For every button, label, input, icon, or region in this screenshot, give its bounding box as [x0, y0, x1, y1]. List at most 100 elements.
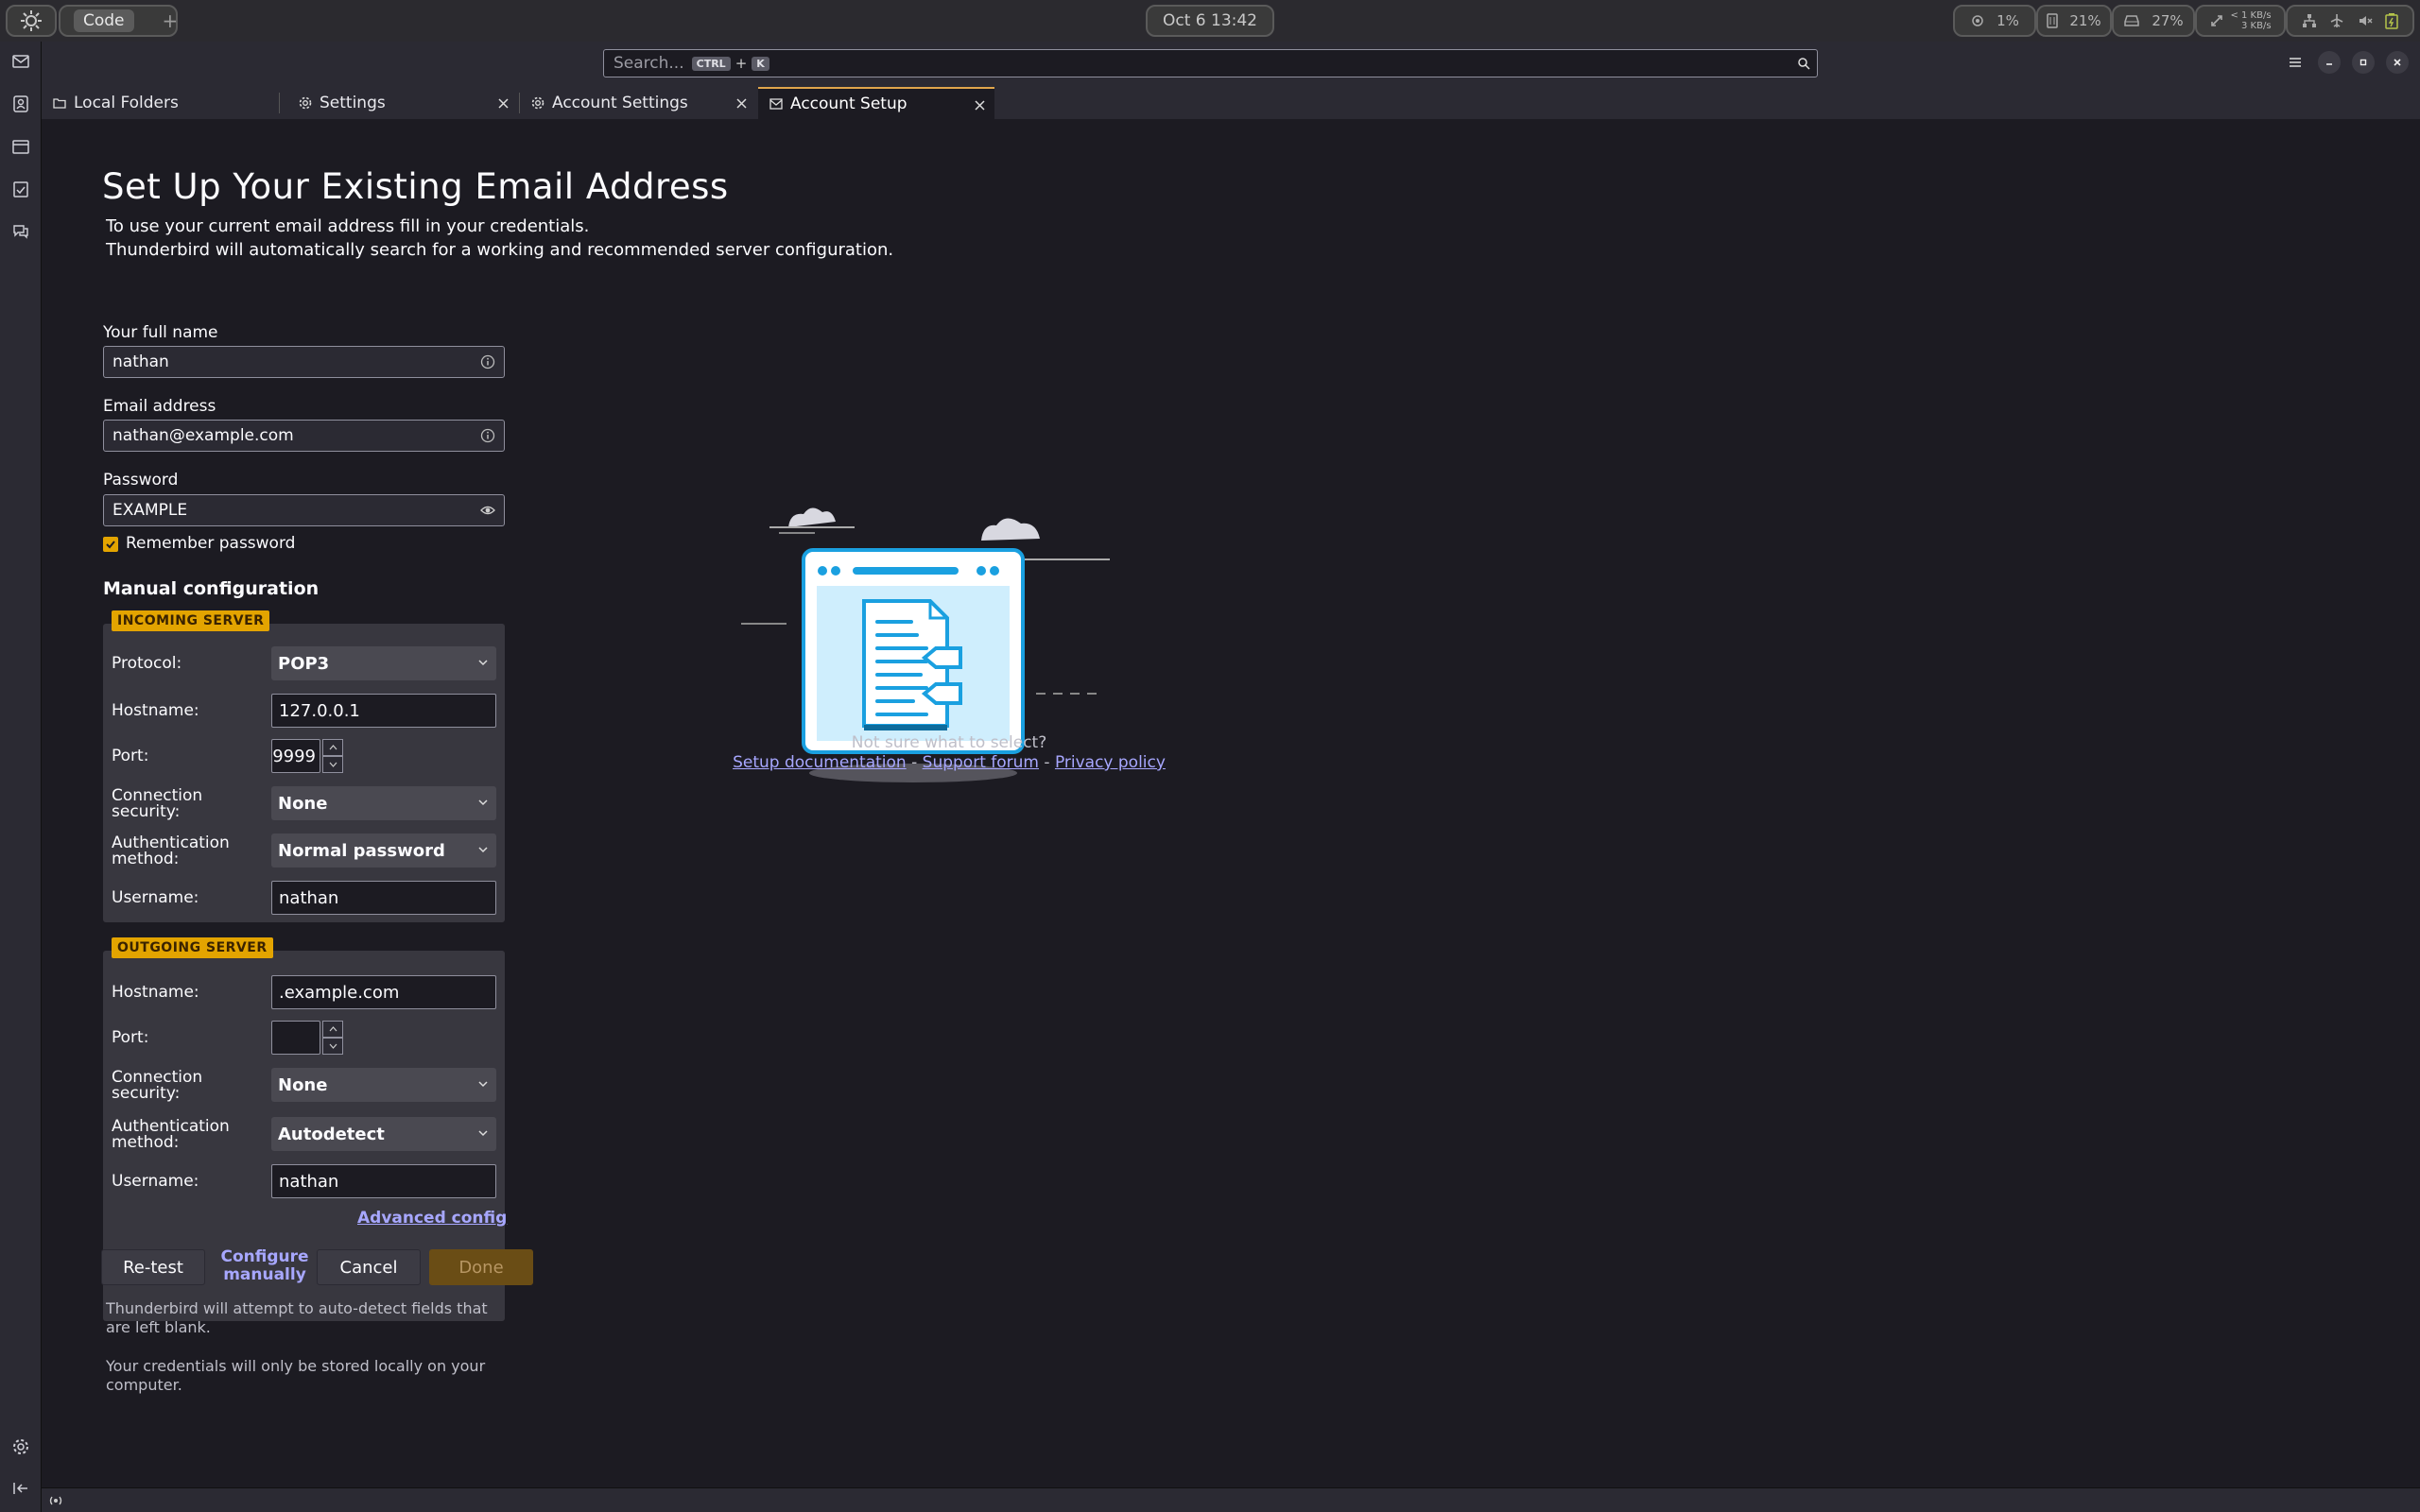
remember-password-label[interactable]: Remember password: [126, 534, 295, 553]
search-input[interactable]: Search... CTRL + K: [603, 49, 1818, 77]
document-icon: [862, 599, 962, 730]
outgoing-username-input[interactable]: nathan: [271, 1164, 496, 1198]
app-launcher-button[interactable]: [6, 5, 57, 37]
mail-space-button[interactable]: [10, 51, 31, 72]
tab-account-setup[interactable]: Account Setup: [758, 87, 994, 119]
full-name-field[interactable]: nathan: [103, 346, 505, 378]
link-separator: -: [911, 753, 918, 772]
chevron-down-icon: [478, 1130, 488, 1137]
incoming-hostname-input[interactable]: 127.0.0.1: [271, 694, 496, 728]
close-tab-button[interactable]: [736, 94, 747, 112]
incoming-auth-label: Authentication method:: [112, 835, 230, 868]
cloud-left-icon: [769, 507, 855, 534]
chevron-down-icon: [478, 660, 488, 666]
advanced-config-link[interactable]: Advanced config: [357, 1209, 507, 1228]
close-window-button[interactable]: [2386, 51, 2409, 74]
chevron-down-icon: [329, 762, 337, 767]
incoming-security-label-line2: security:: [112, 802, 181, 821]
retest-button[interactable]: Re-test: [101, 1249, 205, 1285]
network-speed-indicator[interactable]: < 1 KB/s 3 KB/s: [2195, 5, 2286, 37]
tab-account-settings[interactable]: Account Settings: [520, 87, 756, 119]
settings-button[interactable]: [10, 1436, 31, 1457]
autodetect-note: Thunderbird will attempt to auto-detect …: [106, 1299, 488, 1336]
outgoing-connection-security-select[interactable]: None: [271, 1068, 496, 1102]
outgoing-port-input[interactable]: [271, 1021, 320, 1055]
airplane-mode-icon[interactable]: [2329, 13, 2344, 28]
close-tab-button[interactable]: [975, 96, 985, 114]
disk-value: 27%: [2152, 12, 2184, 29]
tasks-button[interactable]: [10, 179, 31, 199]
volume-muted-icon[interactable]: [2358, 13, 2373, 28]
gear-icon: [13, 1439, 28, 1454]
info-icon[interactable]: [480, 428, 495, 443]
add-workspace-button[interactable]: +: [163, 9, 179, 32]
setup-documentation-link[interactable]: Setup documentation: [733, 753, 907, 772]
info-icon[interactable]: [480, 354, 495, 369]
search-icon: [1798, 58, 1810, 70]
page-title: Set Up Your Existing Email Address: [102, 166, 729, 207]
outgoing-port-stepper: [322, 1021, 343, 1055]
show-password-eye-icon[interactable]: [480, 503, 495, 518]
port-increment-button[interactable]: [322, 1021, 343, 1038]
incoming-port-input[interactable]: 9999: [271, 739, 320, 773]
configure-manually-button[interactable]: Configure manually: [213, 1248, 317, 1284]
remember-password-checkbox[interactable]: [103, 537, 118, 552]
incoming-auth-label-line2: method:: [112, 850, 180, 868]
account-setup-page: Set Up Your Existing Email Address To us…: [42, 119, 2420, 1487]
memory-indicator[interactable]: 21%: [2036, 5, 2112, 37]
system-tray: [2286, 5, 2414, 37]
workspace-code[interactable]: Code: [74, 9, 134, 32]
tab-label: Settings: [320, 94, 386, 112]
memory-icon: [2047, 13, 2059, 28]
minimize-button[interactable]: [2318, 51, 2341, 74]
cancel-button[interactable]: Cancel: [317, 1249, 421, 1285]
tab-label: Account Setup: [790, 94, 908, 113]
incoming-connection-security-select[interactable]: None: [271, 786, 496, 820]
privacy-policy-link[interactable]: Privacy policy: [1055, 753, 1166, 772]
outgoing-security-value: None: [278, 1074, 328, 1095]
address-book-button[interactable]: [10, 94, 31, 114]
outgoing-security-label: Connection security:: [112, 1070, 202, 1102]
incoming-username-input[interactable]: nathan: [271, 881, 496, 915]
battery-charging-icon[interactable]: [2385, 12, 2398, 29]
calendar-button[interactable]: [10, 136, 31, 157]
close-icon: [2394, 59, 2401, 66]
help-links: Not sure what to select? Setup documenta…: [666, 733, 1233, 773]
online-status-icon[interactable]: [47, 1493, 64, 1508]
maximize-button[interactable]: [2352, 51, 2375, 74]
outgoing-port-label: Port:: [112, 1028, 149, 1047]
tab-label: Account Settings: [552, 94, 688, 112]
disk-indicator[interactable]: 27%: [2112, 5, 2195, 37]
close-icon: [736, 98, 747, 109]
email-field[interactable]: nathan@example.com: [103, 420, 505, 452]
unified-toolbar: Search... CTRL + K: [42, 42, 2420, 83]
collapse-toolbar-button[interactable]: [10, 1478, 31, 1499]
account-setup-illustration: [741, 507, 1110, 782]
cpu-indicator[interactable]: 1%: [1953, 5, 2036, 37]
tab-settings[interactable]: Settings: [280, 87, 518, 119]
port-decrement-button[interactable]: [322, 1038, 343, 1055]
tab-local-folders[interactable]: Local Folders: [42, 87, 278, 119]
app-menu-button[interactable]: [2284, 51, 2307, 74]
incoming-authentication-select[interactable]: Normal password: [271, 833, 496, 868]
checkmark-icon: [106, 541, 115, 549]
chat-button[interactable]: [10, 221, 31, 242]
close-tab-button[interactable]: [498, 94, 509, 112]
done-button[interactable]: Done: [429, 1249, 533, 1285]
password-field[interactable]: EXAMPLE: [103, 494, 505, 526]
outgoing-hostname-input[interactable]: .example.com: [271, 975, 496, 1009]
network-icon[interactable]: [2302, 13, 2317, 28]
chevron-down-icon: [478, 799, 488, 806]
incoming-port-stepper: [322, 739, 343, 773]
port-increment-button[interactable]: [322, 739, 343, 756]
email-label: Email address: [103, 397, 216, 416]
sun-logo-icon: [21, 10, 42, 31]
port-decrement-button[interactable]: [322, 756, 343, 773]
clock[interactable]: Oct 6 13:42: [1146, 5, 1274, 37]
support-forum-link[interactable]: Support forum: [923, 753, 1039, 772]
outgoing-authentication-select[interactable]: Autodetect: [271, 1117, 496, 1151]
outgoing-auth-label: Authentication method:: [112, 1119, 230, 1151]
shortcut-key-ctrl: CTRL: [691, 56, 731, 71]
incoming-server-panel: INCOMING SERVER Protocol: POP3 Hostname:…: [103, 610, 505, 922]
incoming-protocol-select[interactable]: POP3: [271, 646, 496, 680]
